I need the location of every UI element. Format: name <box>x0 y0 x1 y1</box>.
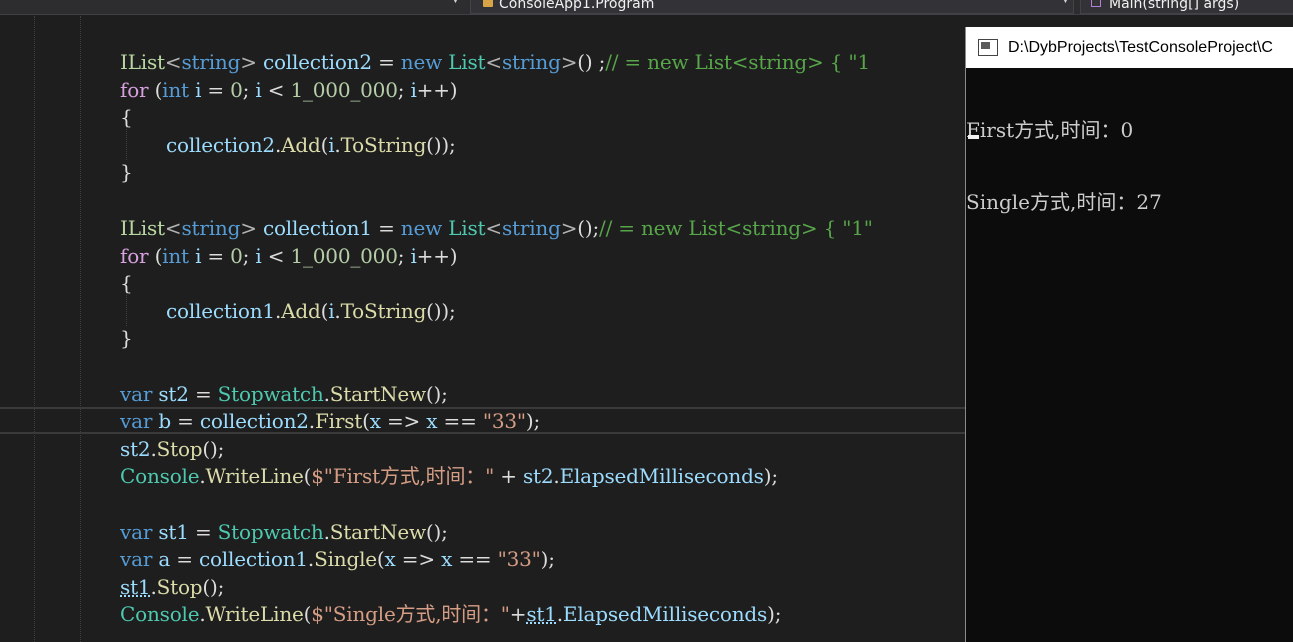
code-line: for (int i = 0; i < 1_000_000; i++) <box>120 244 458 268</box>
code-line: st1.Stop(); <box>120 575 225 599</box>
code-line: st2.Stop(); <box>120 437 225 461</box>
console-cursor <box>968 135 979 139</box>
chevron-down-icon[interactable]: ▼ <box>1062 0 1069 5</box>
code-line: collection2.Add(i.ToString()); <box>166 133 456 157</box>
code-editor[interactable]: IList<string> collection2 = new List<str… <box>0 16 966 642</box>
indent-guide <box>80 16 81 642</box>
console-app-icon <box>978 39 998 56</box>
navigation-bar: ConsoleApp1.Program ▼ ▼ Main(string[] ar… <box>0 0 1293 15</box>
member-dropdown[interactable]: Main(string[] args) <box>1080 0 1293 14</box>
code-line: var a = collection1.Single(x => x == "33… <box>120 547 555 571</box>
code-line: } <box>120 160 133 184</box>
code-line: collection1.Add(i.ToString()); <box>166 299 456 323</box>
console-window[interactable]: D:\DybProjects\TestConsoleProject\C Firs… <box>965 27 1293 642</box>
console-title-bar[interactable]: D:\DybProjects\TestConsoleProject\C <box>966 27 1293 68</box>
type-dropdown-label: ConsoleApp1.Program <box>499 0 655 12</box>
code-line: var st1 = Stopwatch.StartNew(); <box>120 520 448 544</box>
console-title: D:\DybProjects\TestConsoleProject\C <box>1008 39 1273 56</box>
code-line: Console.WriteLine($"First方式,时间：" + st2.E… <box>120 464 778 488</box>
code-line: Console.WriteLine($"Single方式,时间："+st1.El… <box>120 602 782 626</box>
code-line: { <box>120 271 133 295</box>
code-line: { <box>120 105 133 129</box>
console-output-line: First方式,时间：0 <box>966 118 1134 142</box>
code-line: } <box>120 326 133 350</box>
code-line: var b = collection2.First(x => x == "33"… <box>120 409 541 433</box>
method-icon <box>1091 0 1101 7</box>
class-icon <box>483 0 493 7</box>
member-dropdown-label: Main(string[] args) <box>1109 0 1240 12</box>
code-line: var st2 = Stopwatch.StartNew(); <box>120 382 448 406</box>
type-dropdown[interactable]: ConsoleApp1.Program <box>470 0 1074 14</box>
code-line: IList<string> collection1 = new List<str… <box>120 216 873 240</box>
code-line: for (int i = 0; i < 1_000_000; i++) <box>120 78 458 102</box>
code-line: IList<string> collection2 = new List<str… <box>120 50 870 74</box>
indent-guide <box>34 16 35 642</box>
console-output-line: Single方式,时间：27 <box>966 190 1162 214</box>
chevron-down-icon[interactable]: ▼ <box>452 0 459 5</box>
console-output: First方式,时间：0 Single方式,时间：27 <box>966 70 1162 262</box>
